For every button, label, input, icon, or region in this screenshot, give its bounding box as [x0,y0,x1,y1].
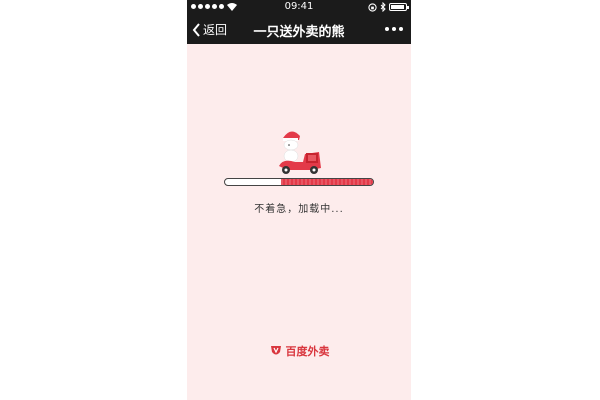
page-title: 一只送外卖的熊 [253,25,345,40]
orientation-lock-icon [368,2,377,12]
loading-text: 不着急，加载中... [254,204,344,215]
brand-logo: 百度外卖 [187,343,411,359]
bluetooth-icon [380,2,386,12]
navigation-bar: 返回 一只送外卖的熊 [187,14,411,44]
brand-name: 百度外卖 [285,345,330,358]
loading-progress-fill [281,179,373,185]
delivery-bear-scooter-icon [279,131,321,174]
battery-icon [389,3,409,11]
status-bar: 09:41 [187,0,411,14]
baidu-waimai-logo-icon [270,346,281,355]
phone-screen: 09:41 返回 一只送外卖的熊 不着急，加载中... 百度外卖 [187,0,411,400]
more-options-button[interactable] [385,27,403,31]
loading-progress-bar [224,178,374,186]
